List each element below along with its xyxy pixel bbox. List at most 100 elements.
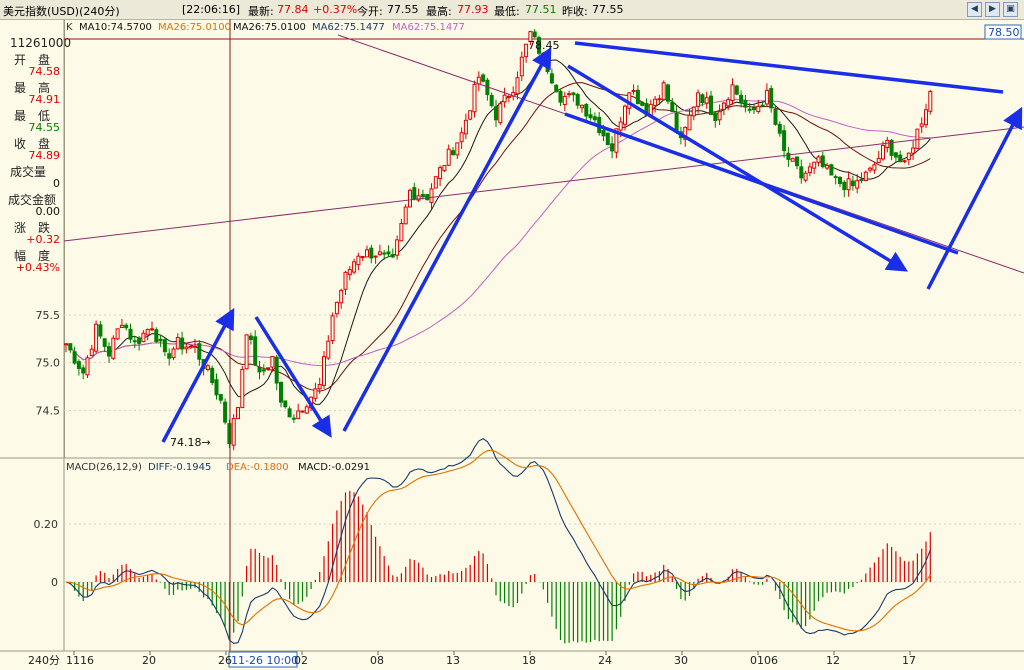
candle-body [506, 95, 511, 98]
candle-body [459, 132, 464, 143]
candle-body [893, 152, 898, 158]
chart-area[interactable]: 74.5 75.0 75.5 0.20 0 K MA10:74.5700 MA26:75… [0, 19, 1024, 670]
date-tick-label: 12 [826, 654, 840, 667]
candle-body [674, 112, 679, 132]
candle-body [463, 119, 468, 135]
candle-body [739, 94, 744, 103]
date-tick-label: 30 [674, 654, 688, 667]
arrow-left-icon[interactable]: ◀ [967, 2, 982, 17]
candle-body [687, 114, 692, 131]
candle-body [205, 365, 210, 371]
candle-body [554, 84, 559, 93]
candle-body [709, 95, 713, 115]
candle-body [734, 85, 739, 95]
candle-body [429, 188, 434, 203]
ma62-line [65, 98, 931, 367]
candle-body [769, 88, 774, 109]
candle-body [756, 105, 761, 112]
trend-arrow-1 [161, 307, 235, 443]
candle-body [657, 98, 662, 101]
candle-body [476, 76, 481, 85]
candle-body [764, 89, 769, 105]
candle-body [743, 100, 748, 108]
candle-body [154, 329, 159, 343]
candle-body [898, 154, 903, 163]
macd-dea-label: DEA:-0.1800 [226, 462, 289, 473]
candle-body [107, 346, 111, 357]
latest-value: 77.84 [277, 3, 309, 16]
candle-body [881, 144, 885, 160]
prev-label: 昨收: [562, 5, 588, 18]
trend-arrow-4 [567, 64, 908, 272]
candle-body [446, 148, 451, 166]
candle-body [532, 31, 537, 38]
candle-body [261, 369, 266, 372]
candle-body [580, 104, 584, 109]
arrow-right-icon[interactable]: ▶ [985, 2, 1000, 17]
candle-body [451, 150, 455, 156]
candle-body [502, 94, 507, 103]
instrument-name: 美元指数(USD)(240分) [3, 5, 120, 18]
candle-body [846, 178, 851, 191]
trend-arrow-5 [926, 106, 1023, 290]
date-tick-label: 1116 [66, 654, 94, 667]
candle-body [558, 90, 563, 103]
candle-body [902, 160, 907, 163]
candle-body [223, 401, 228, 423]
candle-body [433, 176, 438, 189]
candle-body [666, 84, 670, 102]
candle-body [790, 158, 795, 162]
candle-body [248, 335, 253, 340]
candle-body [89, 348, 94, 357]
candle-body [137, 338, 142, 344]
candle-body [541, 52, 546, 56]
candle-body [838, 176, 842, 185]
candle-body [283, 400, 288, 408]
candle-body [266, 367, 271, 370]
bottom-label: 240分 [28, 654, 60, 667]
candle-body [653, 98, 658, 106]
candle-body [141, 332, 146, 343]
legend-ma10: MA10:74.5700 [79, 22, 152, 33]
candle-body [562, 95, 567, 106]
macd-tick-label: 0 [51, 576, 58, 589]
candle-body [489, 94, 494, 107]
candle-body [313, 388, 318, 399]
candle-body [704, 97, 709, 104]
candle-body [399, 223, 404, 242]
open-value: 77.55 [387, 3, 419, 16]
candle-body [317, 384, 322, 390]
macd-diff-label: DIFF:-0.1945 [148, 462, 211, 473]
candle-body [799, 166, 804, 179]
candle-body [412, 187, 417, 200]
candle-body [360, 256, 365, 259]
candle-body [210, 367, 215, 383]
candle-body [575, 94, 580, 106]
candle-body [300, 410, 305, 413]
zoom-icon[interactable]: ▣ [1003, 2, 1018, 17]
candle-body [717, 111, 722, 121]
candle-body [833, 176, 838, 179]
candle-body [752, 107, 756, 111]
candle-body [924, 109, 928, 126]
change-pct: +0.37% [313, 3, 358, 16]
candle-body [567, 93, 572, 96]
candle-body [369, 247, 374, 259]
candle-body [820, 155, 825, 168]
candle-body [304, 406, 309, 414]
candle-body [365, 249, 369, 258]
candle-body [291, 417, 296, 420]
candle-body [124, 324, 129, 329]
high-label: 最高: [426, 5, 452, 18]
candle-body [782, 130, 787, 152]
low-label: 最低: [494, 5, 520, 18]
candle-body [825, 164, 830, 169]
candle-body [700, 94, 705, 104]
candle-body [795, 156, 799, 167]
candle-body [408, 189, 412, 208]
candle-body [855, 180, 860, 189]
candle-body [455, 142, 460, 156]
price-tick-label: 75.0 [36, 357, 61, 370]
candle-body [760, 104, 765, 107]
candle-body [601, 129, 606, 137]
